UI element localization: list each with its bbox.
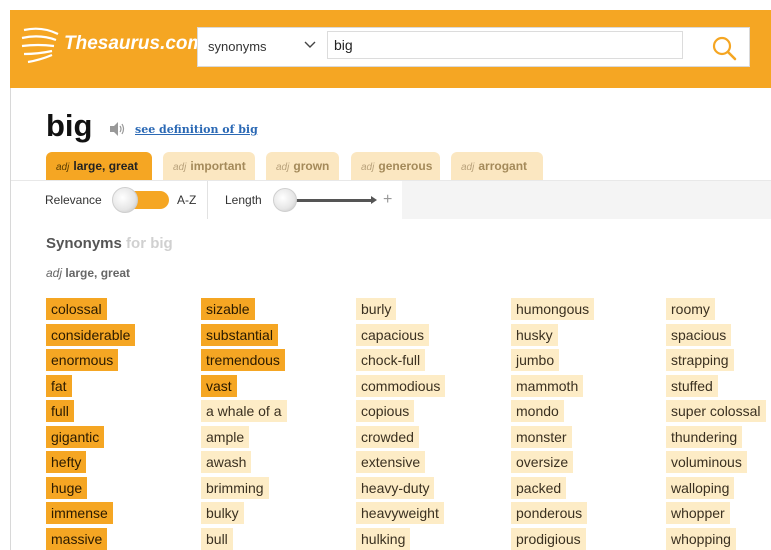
synonym-link[interactable]: colossal	[46, 298, 107, 320]
slider-arrow-icon	[371, 196, 377, 204]
synonym-link[interactable]: spacious	[666, 324, 732, 346]
synonym-link[interactable]: capacious	[356, 324, 430, 346]
synonym-link[interactable]: ample	[201, 426, 250, 448]
synonym-link[interactable]: substantial	[201, 324, 278, 346]
tab-label: large, great	[73, 159, 139, 173]
synonym-link[interactable]: heavy-duty	[356, 477, 435, 499]
filter-bar: Relevance A-Z Length +	[11, 180, 771, 219]
tab-label: generous	[378, 159, 433, 173]
synonym-link[interactable]: whopping	[666, 528, 736, 550]
synonym-link[interactable]: enormous	[46, 349, 119, 371]
synonym-link[interactable]: awash	[201, 451, 252, 473]
length-label: Length	[225, 193, 262, 207]
speaker-icon[interactable]	[108, 121, 126, 137]
synonym-link[interactable]: husky	[511, 324, 558, 346]
tab-pos: adj	[361, 162, 375, 173]
relevance-label: Relevance	[45, 193, 102, 207]
synonym-link[interactable]: super colossal	[666, 400, 766, 422]
definition-link[interactable]: see definition of big	[135, 123, 258, 136]
synonym-link[interactable]: ponderous	[511, 502, 588, 524]
tab-arrogant[interactable]: adj arrogant	[451, 152, 543, 180]
search-type-select[interactable]: synonyms	[208, 39, 267, 54]
tab-grown[interactable]: adj grown	[266, 152, 339, 180]
synonym-link[interactable]: a whale of a	[201, 400, 287, 422]
synonym-link[interactable]: chock-full	[356, 349, 426, 371]
tab-label: arrogant	[478, 159, 528, 173]
synonym-link[interactable]: considerable	[46, 324, 136, 346]
logo-text: Thesaurus.com	[64, 33, 205, 54]
tab-label: grown	[293, 159, 330, 173]
filter-controls: Relevance A-Z Length +	[11, 181, 402, 219]
synonym-link[interactable]: commodious	[356, 375, 446, 397]
toggle-knob[interactable]	[112, 187, 138, 213]
az-label: A-Z	[177, 193, 197, 207]
synonym-link[interactable]: full	[46, 400, 74, 422]
tab-pos: adj	[461, 162, 475, 173]
synonym-link[interactable]: heavyweight	[356, 502, 444, 524]
synonym-link[interactable]: monster	[511, 426, 572, 448]
synonym-link[interactable]: extensive	[356, 451, 426, 473]
synonym-link[interactable]: stuffed	[666, 375, 718, 397]
tab-important[interactable]: adj important	[163, 152, 255, 180]
tab-pos: adj	[173, 162, 187, 173]
synonym-link[interactable]: oversize	[511, 451, 574, 473]
synonym-link[interactable]: roomy	[666, 298, 715, 320]
synonym-link[interactable]: walloping	[666, 477, 735, 499]
length-slider-handle[interactable]	[273, 188, 297, 212]
synonym-link[interactable]: immense	[46, 502, 113, 524]
filter-divider	[207, 181, 208, 219]
synonym-link[interactable]: packed	[511, 477, 567, 499]
search-bar: synonyms big	[197, 27, 750, 67]
chevron-down-icon[interactable]	[304, 41, 316, 49]
synonym-link[interactable]: prodigious	[511, 528, 586, 550]
synonym-link[interactable]: huge	[46, 477, 88, 499]
synonyms-heading-for: for big	[126, 235, 173, 252]
synonym-link[interactable]: fat	[46, 375, 72, 397]
relevance-toggle[interactable]	[112, 187, 169, 213]
tab-generous[interactable]: adj generous	[351, 152, 440, 180]
synonym-link[interactable]: burly	[356, 298, 397, 320]
synonym-link[interactable]: hefty	[46, 451, 87, 473]
tab-label: important	[190, 159, 246, 173]
synonym-link[interactable]: gigantic	[46, 426, 105, 448]
synonym-link[interactable]: humongous	[511, 298, 595, 320]
synonym-link[interactable]: tremendous	[201, 349, 285, 371]
sense-label: large, great	[65, 266, 131, 280]
search-icon[interactable]	[709, 34, 739, 62]
tab-large-great[interactable]: adj large, great	[46, 152, 152, 180]
synonym-link[interactable]: sizable	[201, 298, 255, 320]
synonym-link[interactable]: whopper	[666, 502, 730, 524]
synonym-link[interactable]: hulking	[356, 528, 411, 550]
site-header: Thesaurus.com synonyms big	[10, 10, 771, 88]
synonym-link[interactable]: massive	[46, 528, 108, 550]
search-input[interactable]: big	[327, 31, 683, 59]
synonym-link[interactable]: mondo	[511, 400, 564, 422]
synonym-link[interactable]: jumbo	[511, 349, 560, 371]
logo-rays-icon	[21, 27, 59, 64]
sense-pos: adj	[46, 266, 63, 280]
synonym-link[interactable]: copious	[356, 400, 415, 422]
synonyms-heading: Synonyms for big	[46, 235, 173, 252]
synonym-link[interactable]: strapping	[666, 349, 734, 371]
tab-pos: adj	[276, 162, 290, 173]
thesaurus-logo[interactable]: Thesaurus.com	[20, 24, 204, 64]
synonym-link[interactable]: vast	[201, 375, 237, 397]
synonym-link[interactable]: crowded	[356, 426, 419, 448]
synonym-link[interactable]: brimming	[201, 477, 269, 499]
synonym-link[interactable]: bull	[201, 528, 233, 550]
page-title: big	[46, 108, 93, 143]
synonym-link[interactable]: thundering	[666, 426, 743, 448]
synonym-link[interactable]: voluminous	[666, 451, 747, 473]
plus-icon: +	[383, 191, 393, 208]
page-left-border	[10, 88, 11, 550]
synonyms-heading-text: Synonyms	[46, 235, 122, 252]
synonym-link[interactable]: mammoth	[511, 375, 584, 397]
tab-pos: adj	[56, 162, 70, 173]
synonym-link[interactable]: bulky	[201, 502, 244, 524]
sense-subheading: adj large, great	[46, 266, 130, 280]
